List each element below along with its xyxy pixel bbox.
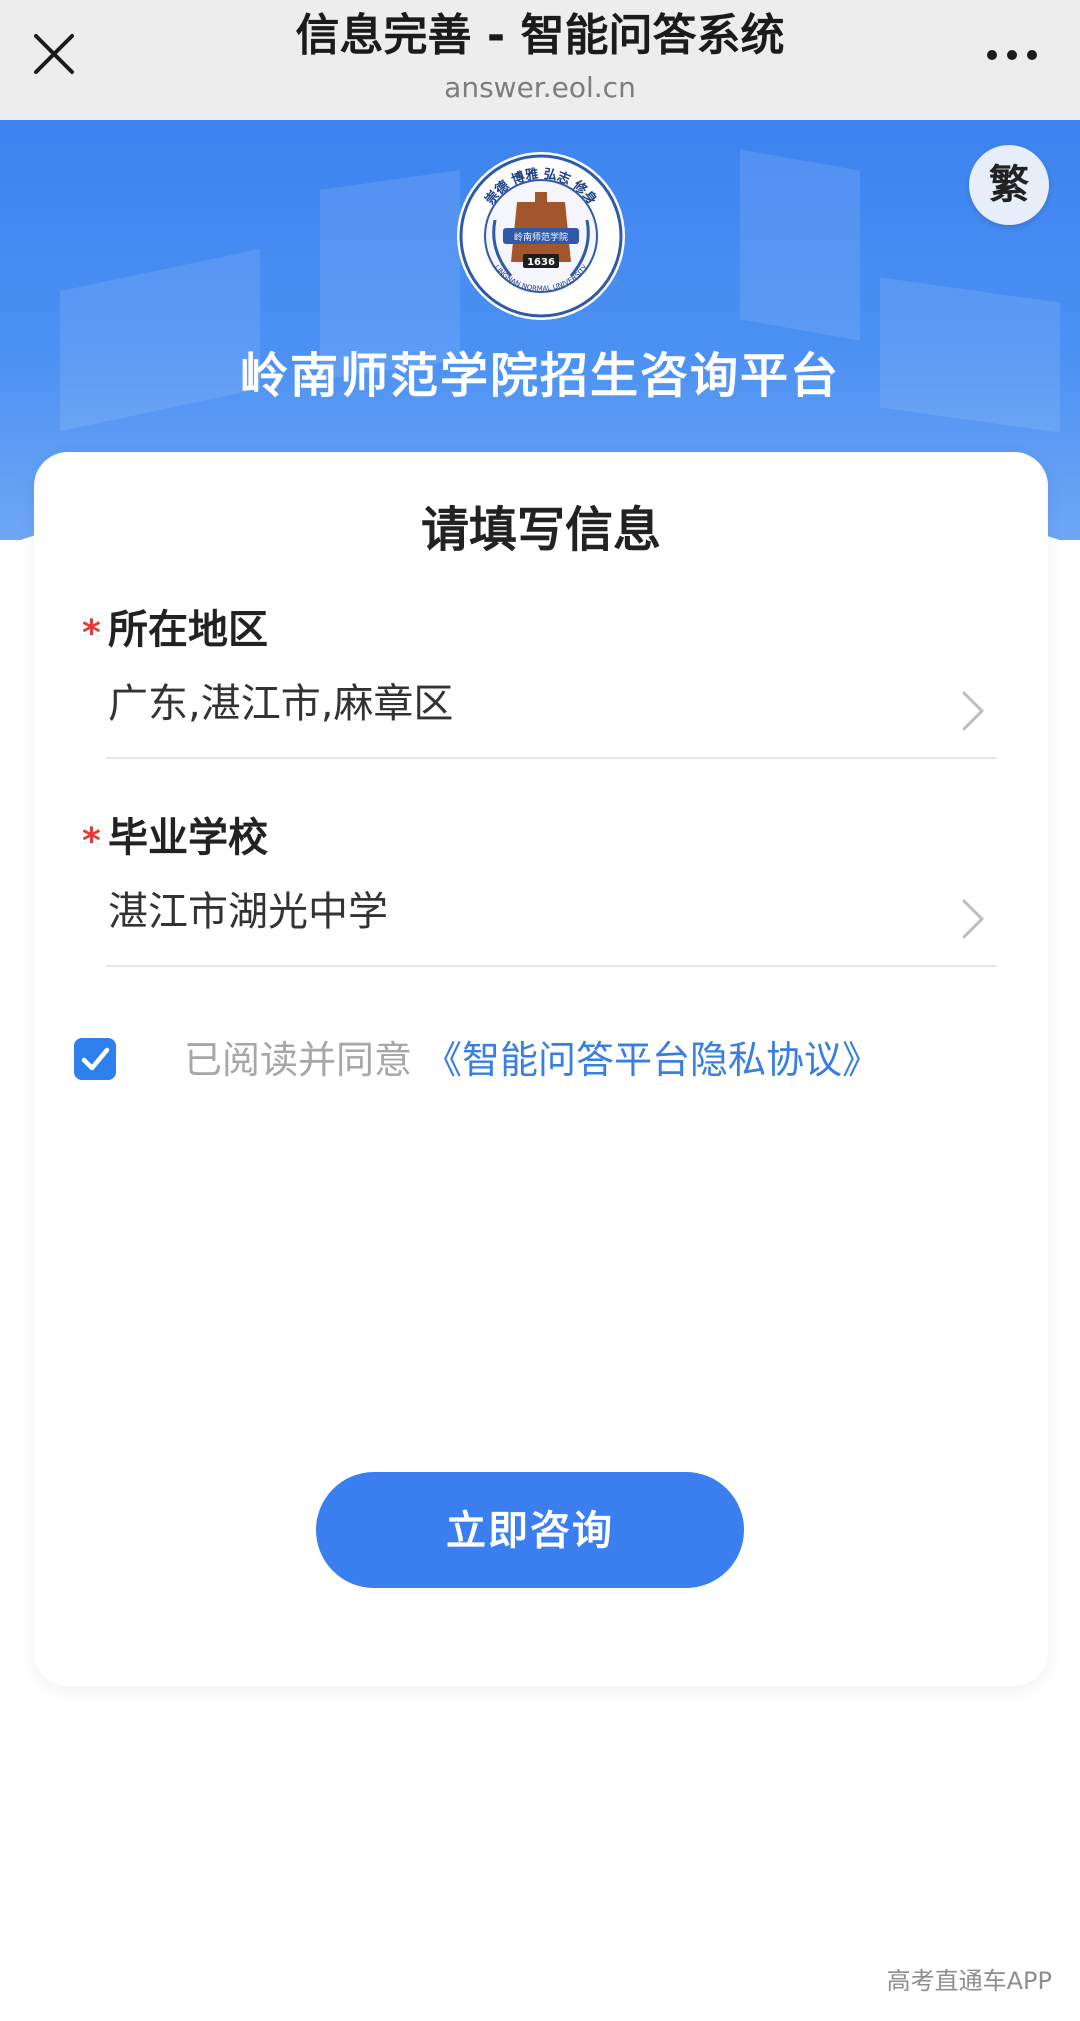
traditional-chinese-toggle-button[interactable]: 繁 bbox=[969, 145, 1049, 225]
school-field[interactable]: * 毕业学校 湛江市湖光中学 bbox=[34, 810, 1048, 990]
region-field[interactable]: * 所在地区 广东,湛江市,麻章区 bbox=[34, 602, 1048, 782]
agreement-checkbox[interactable] bbox=[74, 1038, 116, 1080]
more-dots-icon[interactable] bbox=[984, 40, 1040, 70]
school-logo: 崇德 博雅 弘志 修身 LINGNAN NORMAL UNIVERSITY 岭南… bbox=[457, 152, 625, 320]
chevron-right-icon[interactable] bbox=[958, 687, 988, 735]
banner-decoration bbox=[740, 149, 860, 341]
agreement-row: 已阅读并同意 《智能问答平台隐私协议》 bbox=[74, 1032, 1034, 1102]
logo-badge-text: 岭南师范学院 bbox=[514, 231, 568, 243]
chevron-right-icon[interactable] bbox=[958, 895, 988, 943]
divider bbox=[106, 965, 996, 967]
page-url: answer.eol.cn bbox=[444, 71, 636, 104]
school-value[interactable]: 湛江市湖光中学 bbox=[108, 884, 388, 940]
required-mark: * bbox=[82, 821, 101, 862]
watermark: 高考直通车APP bbox=[886, 1967, 1052, 1995]
divider bbox=[106, 757, 996, 759]
logo-year: 1636 bbox=[527, 257, 555, 268]
region-value[interactable]: 广东,湛江市,麻章区 bbox=[108, 676, 453, 732]
nav-bar: 信息完善 - 智能问答系统 answer.eol.cn bbox=[0, 0, 1080, 120]
consult-now-button[interactable]: 立即咨询 bbox=[316, 1472, 744, 1588]
form-title: 请填写信息 bbox=[420, 502, 661, 558]
required-mark: * bbox=[82, 613, 101, 654]
region-label: 所在地区 bbox=[108, 607, 268, 653]
agreement-text: 已阅读并同意 bbox=[184, 1038, 413, 1082]
school-label: 毕业学校 bbox=[108, 815, 268, 861]
info-form-card: 请填写信息 * 所在地区 广东,湛江市,麻章区 * 毕业学校 湛江市湖光中学 已… bbox=[34, 452, 1048, 1686]
privacy-policy-link[interactable]: 《智能问答平台隐私协议》 bbox=[424, 1032, 880, 1088]
platform-title: 岭南师范学院招生咨询平台 bbox=[239, 348, 840, 404]
page-title: 信息完善 - 智能问答系统 bbox=[295, 10, 785, 61]
